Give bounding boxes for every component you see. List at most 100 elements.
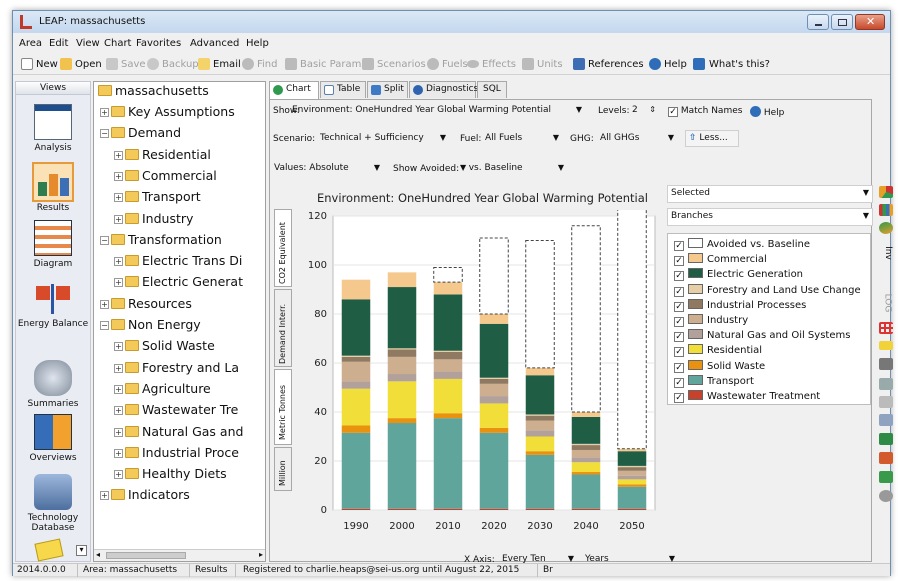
legend-item[interactable]: ✓ Solid Waste xyxy=(674,359,765,374)
log-button[interactable]: LOG xyxy=(882,294,892,313)
expand-toggle-icon[interactable]: − xyxy=(100,129,109,139)
less-button[interactable]: ⇧ Less... xyxy=(685,130,739,147)
tree-node[interactable]: + Agriculture xyxy=(114,381,211,397)
scroll-left-icon[interactable]: ◂ xyxy=(96,550,100,559)
view-analysis[interactable]: Analysis xyxy=(16,104,90,153)
close-button[interactable]: ✕ xyxy=(855,14,885,30)
expand-toggle-icon[interactable]: + xyxy=(114,257,123,267)
copy-icon[interactable] xyxy=(879,414,893,426)
expand-toggle-icon[interactable]: + xyxy=(114,278,123,288)
bar-chart-icon[interactable] xyxy=(879,204,893,216)
tree-node[interactable]: + Healthy Diets xyxy=(114,466,227,482)
expand-toggle-icon[interactable]: + xyxy=(114,427,123,437)
grid-icon[interactable] xyxy=(879,322,893,334)
tree-root-label[interactable]: massachusetts xyxy=(115,83,209,98)
expand-toggle-icon[interactable]: + xyxy=(114,384,123,394)
expand-toggle-icon[interactable]: + xyxy=(114,363,123,373)
expand-toggle-icon[interactable]: + xyxy=(114,342,123,352)
pie-chart-icon[interactable] xyxy=(879,186,893,198)
tab-sql[interactable]: SQL xyxy=(477,81,507,98)
tree-node[interactable]: + Electric Trans Di xyxy=(114,253,242,269)
legend-item[interactable]: ✓ Avoided vs. Baseline xyxy=(674,238,810,252)
ghg-dropdown[interactable]: All GHGs ▼ xyxy=(597,131,677,147)
area-tree[interactable]: massachusetts + Key Assumptions − Demand + Res… xyxy=(93,81,266,562)
legend-item[interactable]: ✓ Industrial Processes xyxy=(674,298,806,313)
show-avoided-dropdown[interactable]: ▼ vs. Baseline ▼ xyxy=(457,161,567,177)
legend-checkbox[interactable]: ✓ xyxy=(674,271,684,282)
scroll-thumb[interactable] xyxy=(106,552,186,559)
basic-params-button[interactable]: Basic Params xyxy=(300,59,367,70)
legend-item[interactable]: ✓ Natural Gas and Oil Systems xyxy=(674,329,850,343)
inv-button[interactable]: Inv xyxy=(883,246,893,260)
units-button[interactable]: Units xyxy=(537,59,563,70)
save-chart-icon[interactable] xyxy=(879,471,893,483)
open-button[interactable]: Open xyxy=(75,59,102,70)
tree-node[interactable]: + Electric Generat xyxy=(114,274,243,290)
expand-toggle-icon[interactable]: − xyxy=(100,321,109,330)
legend-checkbox[interactable]: ✓ xyxy=(674,286,684,297)
expand-toggle-icon[interactable]: + xyxy=(114,406,123,416)
tab-table[interactable]: Table xyxy=(320,81,366,98)
view-overviews[interactable]: Overviews xyxy=(16,414,90,463)
legend-checkbox[interactable]: ✓ xyxy=(674,377,684,388)
legend-checkbox[interactable]: ✓ xyxy=(674,317,684,327)
minimize-button[interactable] xyxy=(807,14,829,30)
expand-toggle-icon[interactable]: + xyxy=(100,299,109,309)
menu-view[interactable]: View xyxy=(76,38,100,49)
tree-node[interactable]: + Solid Waste xyxy=(114,338,215,354)
scenarios-button[interactable]: Scenarios xyxy=(377,59,426,70)
tree-node[interactable]: + Transport xyxy=(114,189,201,205)
help-button[interactable]: Help xyxy=(664,59,687,70)
maximize-button[interactable] xyxy=(831,14,853,30)
scenario-dropdown[interactable]: Technical + Sufficiency ▼ xyxy=(317,131,449,147)
email-button[interactable]: Email xyxy=(213,59,241,70)
expand-toggle-icon[interactable]: − xyxy=(100,235,109,245)
tree-node[interactable]: + Natural Gas and xyxy=(114,424,243,440)
view-diagram[interactable]: Diagram xyxy=(16,220,90,269)
fuel-dropdown[interactable]: All Fuels ▼ xyxy=(482,131,562,147)
legend-checkbox[interactable]: ✓ xyxy=(674,393,684,403)
settings-icon[interactable] xyxy=(879,490,893,502)
tree-node[interactable]: + Commercial xyxy=(114,168,217,184)
export-powerpoint-icon[interactable] xyxy=(879,452,893,464)
legend-checkbox[interactable]: ✓ xyxy=(674,332,684,343)
references-button[interactable]: References xyxy=(588,59,644,70)
tree-node[interactable]: + Key Assumptions xyxy=(100,104,235,120)
legend-checkbox[interactable]: ✓ xyxy=(674,241,684,251)
legend-item[interactable]: ✓ Forestry and Land Use Change xyxy=(674,283,861,298)
export-excel-icon[interactable] xyxy=(879,433,893,445)
effects-button[interactable]: Effects xyxy=(482,59,516,70)
legend-checkbox[interactable]: ✓ xyxy=(674,347,684,358)
tree-node[interactable]: − Demand xyxy=(100,125,181,141)
tree-node[interactable]: + Industrial Proce xyxy=(114,445,239,461)
tree-node[interactable]: + Wastewater Tre xyxy=(114,402,238,418)
menu-favorites[interactable]: Favorites xyxy=(136,38,181,49)
save-button[interactable]: Save xyxy=(121,59,146,70)
tree-node[interactable]: − Non Energy xyxy=(100,317,201,333)
menu-area[interactable]: Area xyxy=(19,38,42,49)
legend-checkbox[interactable]: ✓ xyxy=(674,301,684,312)
views-toggle-button[interactable]: ▾ xyxy=(76,545,87,556)
expand-toggle-icon[interactable]: + xyxy=(114,470,123,480)
tree-node[interactable]: + Indicators xyxy=(100,487,190,503)
fuels-button[interactable]: Fuels xyxy=(442,59,468,70)
selected-dropdown[interactable]: Selected ▼ xyxy=(667,185,873,203)
menu-help[interactable]: Help xyxy=(246,38,269,49)
tree-node[interactable]: + Industry xyxy=(114,211,193,227)
backup-button[interactable]: Backup xyxy=(162,59,199,70)
view-summaries[interactable]: Summaries xyxy=(16,360,90,409)
notes-icon[interactable] xyxy=(34,538,64,562)
number-format-icon[interactable] xyxy=(879,341,893,350)
scroll-right-icon[interactable]: ▸ xyxy=(259,550,263,559)
legend-item[interactable]: ✓ Transport xyxy=(674,374,754,389)
font-size-icon[interactable] xyxy=(879,358,893,370)
legend-item[interactable]: ✓ Wastewater Treatment xyxy=(674,390,820,404)
expand-toggle-icon[interactable]: + xyxy=(114,171,123,181)
new-button[interactable]: New xyxy=(36,59,58,70)
legend-item[interactable]: ✓ Residential xyxy=(674,344,762,358)
tab-diagnostics[interactable]: Diagnostics xyxy=(409,81,478,98)
print-icon[interactable] xyxy=(879,396,893,408)
tree-node[interactable]: − Transformation xyxy=(100,232,222,248)
match-names-check[interactable]: ✓ xyxy=(668,107,678,117)
tree-node[interactable]: + Resources xyxy=(100,296,192,312)
